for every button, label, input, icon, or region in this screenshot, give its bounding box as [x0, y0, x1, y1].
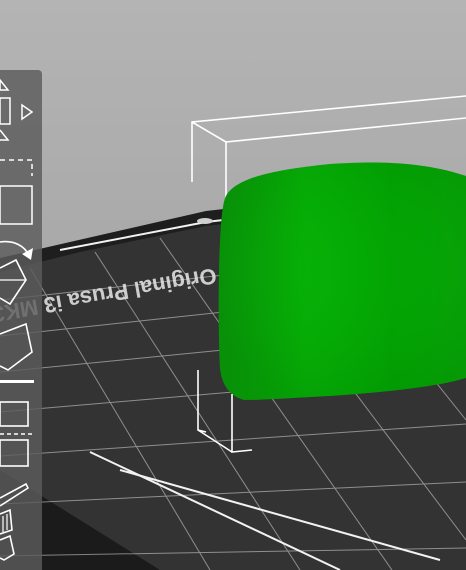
cut-tool-button[interactable] [0, 396, 42, 468]
cut-icon [0, 401, 32, 467]
move-tool-button[interactable] [0, 74, 42, 144]
left-toolbar [0, 70, 42, 570]
paint-supports-icon [0, 482, 30, 561]
paint-supports-tool-button[interactable] [0, 478, 42, 570]
rotate-icon [0, 240, 33, 306]
scale-tool-button[interactable] [0, 156, 42, 228]
rotate-tool-button[interactable] [0, 236, 42, 308]
place-on-face-tool-button[interactable] [0, 316, 42, 388]
3d-viewport[interactable]: Original Prusa i3 MK3 [0, 0, 466, 570]
scale-box-icon [0, 159, 33, 225]
3d-model[interactable] [218, 162, 466, 401]
move-arrows-icon [0, 78, 34, 141]
place-on-face-icon [0, 322, 34, 383]
